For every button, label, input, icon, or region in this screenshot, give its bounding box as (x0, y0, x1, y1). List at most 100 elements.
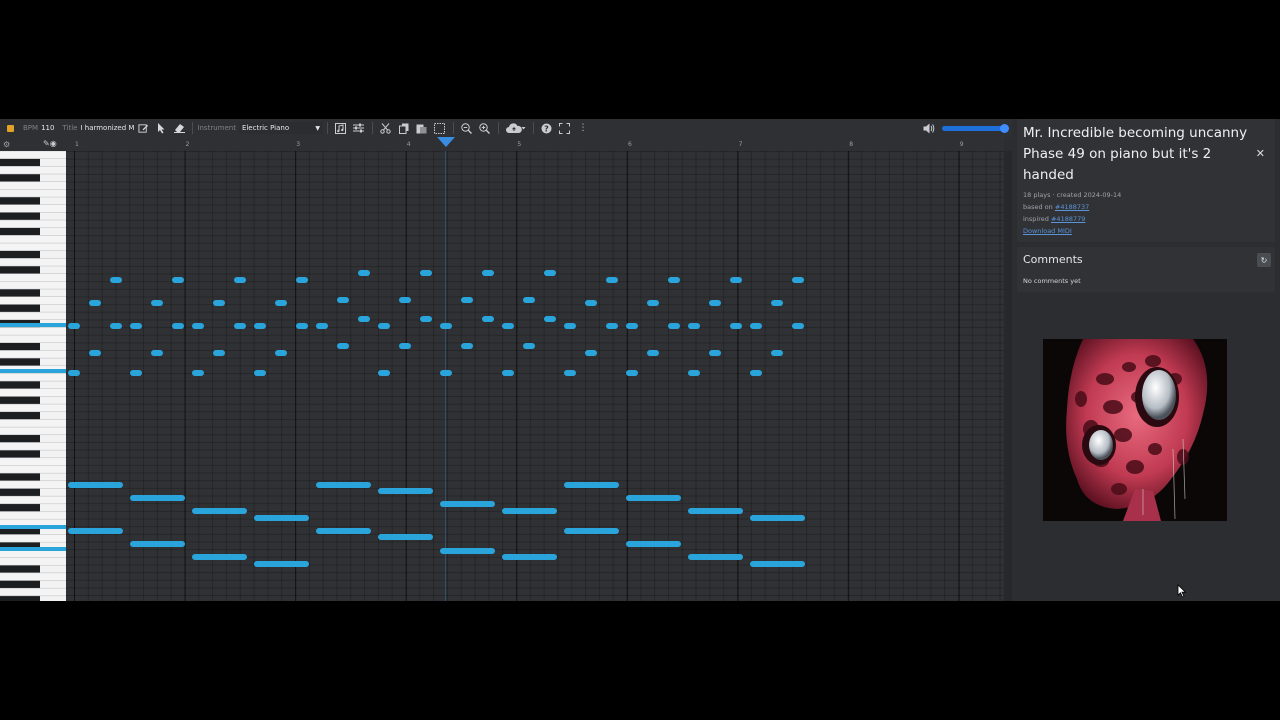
note-block[interactable] (482, 270, 494, 276)
black-key[interactable] (0, 488, 40, 497)
black-key[interactable] (0, 212, 40, 221)
note-block[interactable] (275, 350, 287, 356)
black-key[interactable] (0, 411, 40, 420)
note-block[interactable] (668, 277, 680, 283)
black-key[interactable] (0, 304, 40, 313)
black-key[interactable] (0, 250, 40, 259)
note-block[interactable] (316, 482, 371, 488)
black-key[interactable] (0, 396, 40, 405)
note-block[interactable] (771, 350, 783, 356)
note-block[interactable] (234, 277, 246, 283)
black-key[interactable] (0, 358, 40, 366)
based-on-link[interactable]: #4188737 (1055, 203, 1089, 211)
note-block[interactable] (213, 300, 225, 306)
note-block[interactable] (502, 323, 514, 329)
note-block[interactable] (296, 323, 308, 329)
white-key[interactable] (0, 350, 66, 359)
zoom-out-icon[interactable] (460, 121, 474, 135)
black-key[interactable] (0, 289, 40, 297)
white-key[interactable] (0, 243, 66, 251)
note-block[interactable] (378, 323, 390, 329)
note-block[interactable] (399, 343, 411, 349)
white-key[interactable] (0, 572, 66, 581)
note-block[interactable] (564, 528, 619, 534)
white-key[interactable] (0, 281, 66, 290)
white-key[interactable] (0, 204, 66, 213)
white-key[interactable] (0, 557, 66, 566)
white-key[interactable] (0, 442, 66, 451)
scissors-icon[interactable] (379, 121, 393, 135)
select-box-icon[interactable] (433, 121, 447, 135)
music-note-icon[interactable] (334, 121, 348, 135)
note-block[interactable] (110, 323, 122, 329)
white-key[interactable] (0, 335, 66, 343)
note-block[interactable] (110, 277, 122, 283)
vertical-scrollbar[interactable] (1004, 151, 1012, 601)
black-key[interactable] (0, 197, 40, 205)
note-block[interactable] (440, 323, 452, 329)
playhead-marker[interactable] (437, 137, 455, 147)
white-key[interactable] (0, 465, 66, 474)
note-block[interactable] (792, 277, 804, 283)
note-block[interactable] (296, 277, 308, 283)
white-key[interactable] (0, 273, 66, 282)
note-block[interactable] (89, 300, 101, 306)
note-block[interactable] (254, 323, 266, 329)
note-block[interactable] (358, 270, 370, 276)
black-key[interactable] (0, 473, 40, 481)
draw-mode-icon[interactable]: ✎◉ (43, 139, 57, 148)
note-block[interactable] (254, 515, 309, 521)
note-block[interactable] (792, 323, 804, 329)
white-key[interactable] (0, 258, 66, 267)
cloud-upload-icon[interactable] (505, 121, 527, 135)
note-block[interactable] (523, 297, 535, 303)
close-icon[interactable]: ✕ (1256, 147, 1265, 160)
note-block[interactable] (316, 528, 371, 534)
note-block[interactable] (606, 277, 618, 283)
note-block[interactable] (564, 323, 576, 329)
black-key[interactable] (0, 565, 40, 573)
note-block[interactable] (420, 270, 432, 276)
white-key[interactable] (0, 181, 66, 190)
black-key[interactable] (0, 450, 40, 458)
white-key[interactable] (0, 327, 66, 336)
note-block[interactable] (647, 350, 659, 356)
note-block[interactable] (68, 482, 123, 488)
white-key[interactable] (0, 189, 66, 198)
note-block[interactable] (626, 495, 681, 501)
note-block[interactable] (234, 323, 246, 329)
note-block[interactable] (68, 370, 80, 376)
white-key[interactable] (0, 419, 66, 428)
note-block[interactable] (502, 508, 557, 514)
timeline-ruler[interactable]: ⚙ ✎◉ 1 2 3 4 5 6 7 8 9 (0, 137, 1004, 151)
download-midi-link[interactable]: Download MIDI (1023, 227, 1072, 235)
white-key[interactable] (0, 404, 66, 412)
note-block[interactable] (275, 300, 287, 306)
more-options-icon[interactable]: ⋮ (576, 121, 590, 135)
note-block[interactable] (544, 270, 556, 276)
note-block[interactable] (688, 323, 700, 329)
piano-keys-graphic[interactable] (0, 151, 66, 601)
note-block[interactable] (544, 316, 556, 322)
instrument-select[interactable]: Electric Piano ▼ (238, 122, 323, 134)
note-block[interactable] (358, 316, 370, 322)
note-block[interactable] (709, 300, 721, 306)
speaker-icon[interactable] (922, 121, 936, 135)
note-block[interactable] (130, 370, 142, 376)
white-key[interactable] (0, 496, 66, 504)
note-block[interactable] (213, 350, 225, 356)
note-block[interactable] (378, 534, 433, 540)
inspired-link[interactable]: #4188779 (1051, 215, 1085, 223)
black-key[interactable] (0, 158, 40, 167)
note-block[interactable] (378, 370, 390, 376)
white-key[interactable] (0, 235, 66, 244)
note-block[interactable] (668, 323, 680, 329)
note-block[interactable] (192, 323, 204, 329)
zoom-in-icon[interactable] (478, 121, 492, 135)
note-block[interactable] (523, 343, 535, 349)
pointer-icon[interactable] (154, 121, 168, 135)
note-block[interactable] (626, 370, 638, 376)
note-block[interactable] (688, 554, 743, 560)
note-block[interactable] (192, 508, 247, 514)
note-block[interactable] (440, 370, 452, 376)
